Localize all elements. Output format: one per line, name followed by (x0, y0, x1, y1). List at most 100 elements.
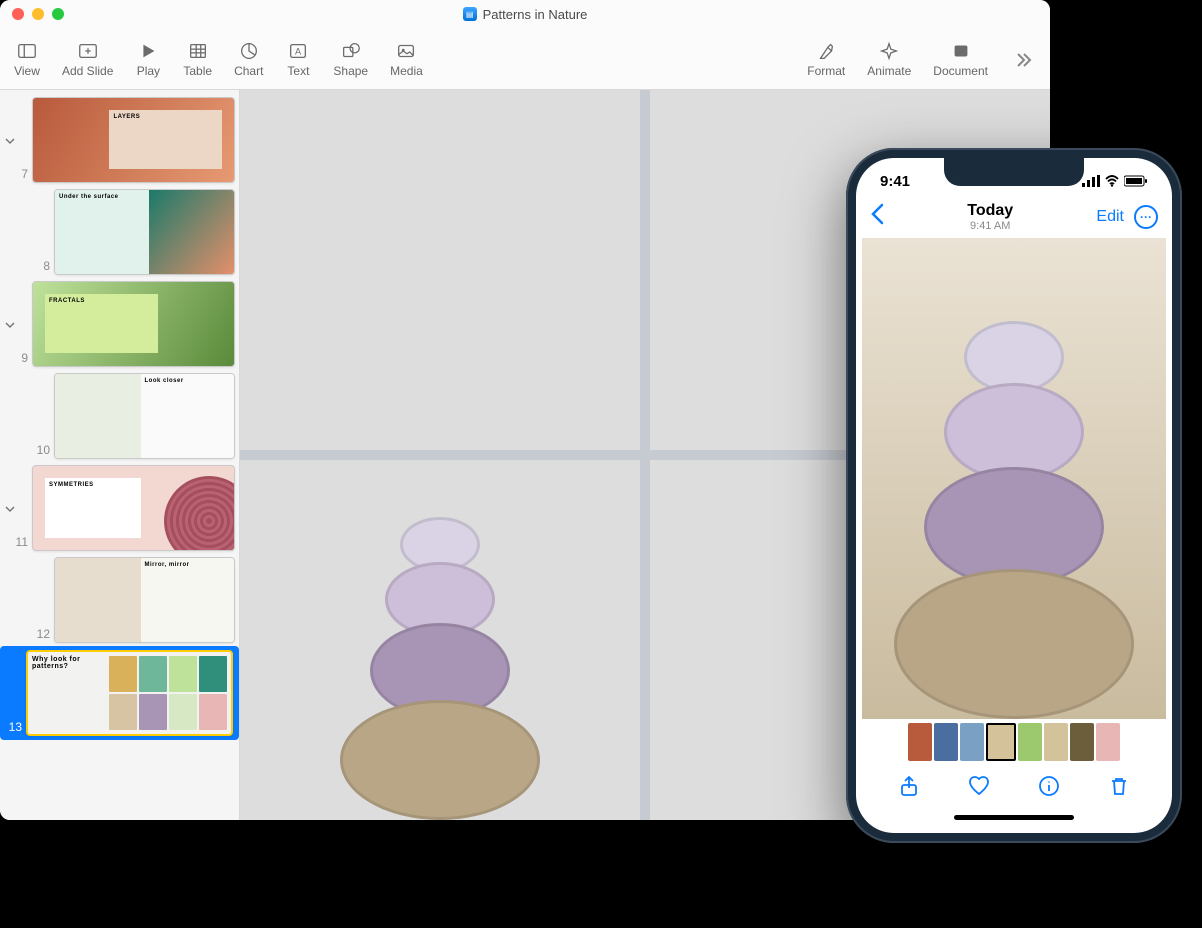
slide-number: 10 (34, 443, 50, 457)
window-title: ▤ Patterns in Nature (463, 7, 588, 22)
thumbnail: Under the surface (54, 189, 235, 275)
toolbar-overflow-button[interactable] (1010, 48, 1036, 70)
document-icon: ▤ (463, 7, 477, 21)
document-icon-tool (948, 40, 974, 62)
thumbnail: FRACTALS (32, 281, 235, 367)
add-slide-label: Add Slide (62, 64, 113, 78)
slide-number: 7 (12, 167, 28, 181)
slide-number: 13 (6, 720, 22, 734)
disclosure-icon[interactable] (4, 134, 16, 146)
filmstrip-thumb[interactable] (960, 723, 984, 761)
slide-number: 12 (34, 627, 50, 641)
urchin-stack (340, 517, 540, 820)
view-icon (14, 40, 40, 62)
slide-thumbnail-8[interactable]: 8 Under the surface (0, 186, 239, 278)
thumbnail: Why look for patterns? (26, 650, 233, 736)
window-controls (12, 8, 64, 20)
filmstrip-thumb[interactable] (1018, 723, 1042, 761)
delete-button[interactable] (1107, 774, 1131, 803)
navbar-title-text: Today (967, 202, 1013, 220)
navbar-title: Today 9:41 AM (967, 202, 1013, 232)
more-button[interactable]: ··· (1134, 205, 1158, 229)
slide-number: 11 (12, 535, 28, 549)
status-icons (1082, 175, 1148, 187)
chart-icon (236, 40, 262, 62)
chart-button[interactable]: Chart (234, 40, 263, 78)
slide-navigator[interactable]: 7 LAYERS 8 Under the surface 9 FRACTALS (0, 90, 240, 820)
slide-thumbnail-11[interactable]: 11 SYMMETRIES (0, 462, 239, 554)
favorite-button[interactable] (967, 774, 991, 803)
media-icon (393, 40, 419, 62)
table-button[interactable]: Table (183, 40, 212, 78)
chart-label: Chart (234, 64, 263, 78)
disclosure-icon[interactable] (4, 502, 16, 514)
slide-number: 9 (12, 351, 28, 365)
document-button[interactable]: Document (933, 40, 988, 78)
thumbnail: Mirror, mirror (54, 557, 235, 643)
filmstrip-thumb[interactable] (908, 723, 932, 761)
add-slide-icon (75, 40, 101, 62)
urchin-stack-hero (894, 321, 1134, 719)
slide-thumbnail-10[interactable]: 10 Look closer (0, 370, 239, 462)
iphone-screen: 9:41 Today 9:41 AM Edit ··· (856, 158, 1172, 833)
filmstrip-thumb[interactable] (1096, 723, 1120, 761)
disclosure-icon[interactable] (4, 318, 16, 330)
shape-label: Shape (333, 64, 368, 78)
cellular-icon (1082, 175, 1100, 187)
view-button[interactable]: View (14, 40, 40, 78)
play-button[interactable]: Play (135, 40, 161, 78)
play-label: Play (137, 64, 160, 78)
thumbnail: LAYERS (32, 97, 235, 183)
battery-icon (1124, 175, 1148, 187)
slide-thumbnail-13[interactable]: 13 Why look for patterns? (0, 646, 239, 740)
photo-filmstrip[interactable] (856, 719, 1172, 765)
info-button[interactable] (1037, 774, 1061, 803)
photo-hero[interactable] (862, 238, 1166, 719)
slide-image-urchins[interactable] (240, 460, 640, 820)
home-indicator[interactable] (856, 815, 1172, 833)
play-icon (135, 40, 161, 62)
close-button[interactable] (12, 8, 24, 20)
zoom-button[interactable] (52, 8, 64, 20)
slide-thumbnail-7[interactable]: 7 LAYERS (0, 94, 239, 186)
shape-icon (338, 40, 364, 62)
document-title: Patterns in Nature (483, 7, 588, 22)
table-icon (185, 40, 211, 62)
minimize-button[interactable] (32, 8, 44, 20)
toolbar: View Add Slide Play Table Chart (0, 28, 1050, 90)
share-button[interactable] (897, 774, 921, 803)
text-button[interactable]: A Text (285, 40, 311, 78)
filmstrip-thumb[interactable] (934, 723, 958, 761)
animate-button[interactable]: Animate (867, 40, 911, 78)
edit-button[interactable]: Edit (1096, 208, 1124, 226)
iphone-device: 9:41 Today 9:41 AM Edit ··· (846, 148, 1182, 843)
status-time: 9:41 (880, 173, 910, 190)
text-label: Text (287, 64, 309, 78)
slide-thumbnail-12[interactable]: 12 Mirror, mirror (0, 554, 239, 646)
wifi-icon (1104, 175, 1120, 187)
format-button[interactable]: Format (807, 40, 845, 78)
filmstrip-thumb[interactable] (1044, 723, 1068, 761)
slide-image-honeycomb[interactable] (240, 90, 640, 450)
animate-label: Animate (867, 64, 911, 78)
text-icon: A (285, 40, 311, 62)
back-button[interactable] (870, 203, 884, 231)
svg-text:A: A (295, 46, 302, 56)
media-button[interactable]: Media (390, 40, 423, 78)
filmstrip-thumb-selected[interactable] (986, 723, 1016, 761)
filmstrip-thumb[interactable] (1070, 723, 1094, 761)
slide-thumbnail-9[interactable]: 9 FRACTALS (0, 278, 239, 370)
photos-toolbar (856, 765, 1172, 815)
document-label: Document (933, 64, 988, 78)
notch (944, 158, 1084, 186)
format-label: Format (807, 64, 845, 78)
animate-icon (876, 40, 902, 62)
table-label: Table (183, 64, 212, 78)
titlebar: ▤ Patterns in Nature (0, 0, 1050, 28)
format-icon (813, 40, 839, 62)
media-label: Media (390, 64, 423, 78)
thumbnail: SYMMETRIES (32, 465, 235, 551)
navbar-subtitle-text: 9:41 AM (967, 220, 1013, 232)
add-slide-button[interactable]: Add Slide (62, 40, 113, 78)
shape-button[interactable]: Shape (333, 40, 368, 78)
